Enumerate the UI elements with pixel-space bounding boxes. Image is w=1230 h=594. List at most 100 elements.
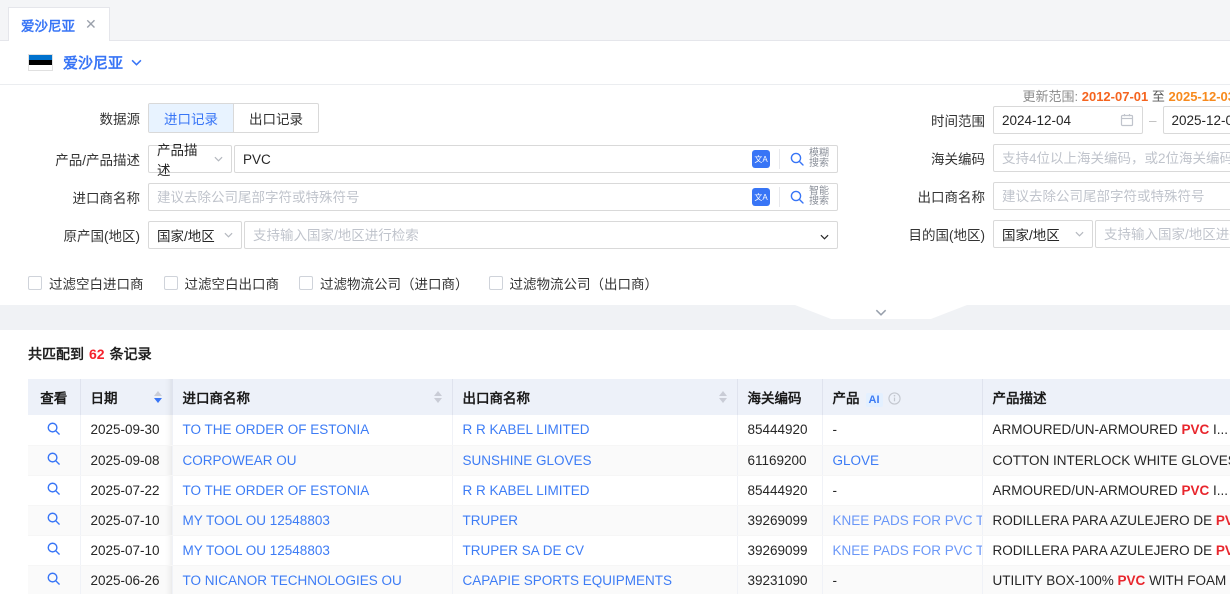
- importer-link[interactable]: TO NICANOR TECHNOLOGIES OU: [183, 573, 402, 588]
- chevron-down-icon: [820, 228, 829, 243]
- tab-estonia[interactable]: 爱沙尼亚 ✕: [8, 7, 110, 41]
- tab-bar: 爱沙尼亚 ✕: [0, 0, 1230, 41]
- origin-country-label: 原产国(地区): [0, 225, 140, 245]
- destination-country-select[interactable]: 国家/地区: [993, 220, 1093, 248]
- checkbox-icon[interactable]: [28, 276, 42, 290]
- estonia-flag-icon: [28, 54, 53, 71]
- update-range: 更新范围: 2012-07-01 至 2025-12-03: [905, 86, 1230, 102]
- col-date[interactable]: 日期: [80, 379, 172, 415]
- view-record-button[interactable]: [46, 571, 61, 586]
- keyword-highlight: PVC: [1182, 422, 1210, 437]
- exporter-link[interactable]: R R KABEL LIMITED: [463, 422, 590, 437]
- product-type-select[interactable]: 产品描述: [148, 145, 232, 173]
- product-link[interactable]: GLOVE: [833, 453, 880, 468]
- hs-code-cell: 39269099: [737, 535, 822, 565]
- importer-link[interactable]: TO THE ORDER OF ESTONIA: [183, 422, 370, 437]
- checkbox-icon[interactable]: [164, 276, 178, 290]
- col-exporter[interactable]: 出口商名称: [452, 379, 737, 415]
- importer-link[interactable]: MY TOOL OU 12548803: [183, 513, 330, 528]
- hs-code-cell: 39269099: [737, 505, 822, 535]
- view-record-button[interactable]: [46, 421, 61, 436]
- destination-country-input[interactable]: [1104, 227, 1230, 242]
- exporter-link[interactable]: TRUPER: [463, 513, 519, 528]
- destination-country-label: 目的国(地区): [905, 224, 985, 244]
- magnifier-icon: [789, 151, 805, 167]
- view-record-button[interactable]: [46, 541, 61, 556]
- table-header-row: 查看 日期 进口商名称 出口商名称 海关编码 产品AI 产品描述: [28, 379, 1230, 415]
- checkbox-icon[interactable]: [489, 276, 503, 290]
- table-row: 2025-07-10 MY TOOL OU 12548803 TRUPER SA…: [28, 535, 1230, 565]
- date-cell: 2025-07-22: [80, 475, 172, 505]
- product-input-box: 文A 模糊搜索: [234, 145, 838, 173]
- product-label: 产品/产品描述: [0, 149, 140, 169]
- desc-cell: COTTON INTERLOCK WHITE GLOVES...: [982, 445, 1230, 475]
- importer-link[interactable]: CORPOWEAR OU: [183, 453, 297, 468]
- product-link[interactable]: KNEE PADS FOR PVC T...: [833, 513, 983, 528]
- exporter-link[interactable]: CAPAPIE SPORTS EQUIPMENTS: [463, 573, 673, 588]
- exporter-search-input[interactable]: [1002, 189, 1230, 204]
- title-bar: 爱沙尼亚: [0, 41, 1230, 85]
- product-cell: -: [822, 475, 982, 505]
- desc-cell: ARMOURED/UN-ARMOURED PVC I...: [982, 475, 1230, 505]
- export-records-tab[interactable]: 出口记录: [233, 104, 318, 132]
- translate-icon[interactable]: 文A: [752, 150, 770, 168]
- sort-icon[interactable]: [154, 391, 162, 403]
- col-importer[interactable]: 进口商名称: [172, 379, 452, 415]
- origin-country-select[interactable]: 国家/地区: [148, 221, 242, 249]
- destination-country-input-box: [1095, 220, 1230, 248]
- hs-code-cell: 85444920: [737, 475, 822, 505]
- checkbox-icon[interactable]: [299, 276, 313, 290]
- form-right-column: 更新范围: 2012-07-01 至 2025-12-03 时间范围 – 海关编…: [905, 86, 1230, 258]
- chevron-down-icon: [875, 309, 887, 316]
- filter-logistics-exporter[interactable]: 过滤物流公司（出口商）: [489, 273, 659, 293]
- importer-search-input[interactable]: [157, 190, 752, 205]
- date-cell: 2025-06-26: [80, 565, 172, 594]
- view-record-button[interactable]: [46, 481, 61, 496]
- filter-logistics-importer[interactable]: 过滤物流公司（进口商）: [299, 273, 469, 293]
- chevron-down-icon[interactable]: [131, 59, 142, 66]
- product-search-input[interactable]: [243, 152, 752, 167]
- product-link[interactable]: KNEE PADS FOR PVC T...: [833, 543, 983, 558]
- exporter-link[interactable]: TRUPER SA DE CV: [463, 543, 585, 558]
- hs-code-input[interactable]: [1002, 151, 1230, 166]
- date-to-input[interactable]: [1172, 113, 1230, 128]
- translate-icon[interactable]: 文A: [752, 188, 770, 206]
- update-range-from: 2012-07-01: [1082, 89, 1149, 104]
- exporter-link[interactable]: R R KABEL LIMITED: [463, 483, 590, 498]
- filter-blank-importer[interactable]: 过滤空白进口商: [28, 273, 144, 293]
- date-cell: 2025-09-30: [80, 415, 172, 445]
- date-from-box: [993, 106, 1143, 134]
- origin-country-input[interactable]: [253, 228, 820, 243]
- origin-country-input-box: [244, 221, 838, 249]
- view-record-button[interactable]: [46, 511, 61, 526]
- info-icon[interactable]: [888, 392, 901, 405]
- view-record-button[interactable]: [46, 451, 61, 466]
- import-records-tab[interactable]: 进口记录: [149, 104, 233, 132]
- hs-code-label: 海关编码: [905, 148, 985, 168]
- col-desc: 产品描述: [982, 379, 1230, 415]
- product-cell: -: [822, 565, 982, 594]
- sort-icon[interactable]: [434, 391, 442, 403]
- magnifier-icon: [789, 189, 805, 205]
- col-product: 产品AI: [822, 379, 982, 415]
- table-row: 2025-07-10 MY TOOL OU 12548803 TRUPER 39…: [28, 505, 1230, 535]
- hs-code-cell: 39231090: [737, 565, 822, 594]
- tab-close-icon[interactable]: ✕: [85, 16, 97, 33]
- exporter-link[interactable]: SUNSHINE GLOVES: [463, 453, 592, 468]
- data-source-label: 数据源: [0, 108, 140, 128]
- date-cell: 2025-07-10: [80, 505, 172, 535]
- date-to-box: [1163, 106, 1230, 134]
- sort-icon[interactable]: [719, 391, 727, 403]
- desc-cell: RODILLERA PARA AZULEJERO DE PVC: [982, 505, 1230, 535]
- importer-link[interactable]: TO THE ORDER OF ESTONIA: [183, 483, 370, 498]
- smart-search-button[interactable]: 智能搜索: [779, 187, 829, 207]
- date-from-input[interactable]: [1002, 113, 1120, 128]
- results-table: 查看 日期 进口商名称 出口商名称 海关编码 产品AI 产品描述 2025-09…: [28, 379, 1230, 594]
- filter-blank-exporter[interactable]: 过滤空白出口商: [164, 273, 280, 293]
- fuzzy-search-button[interactable]: 模糊搜索: [779, 149, 829, 169]
- calendar-icon: [1120, 113, 1134, 127]
- results-table-wrapper: 查看 日期 进口商名称 出口商名称 海关编码 产品AI 产品描述 2025-09…: [28, 379, 1230, 594]
- collapse-form-toggle[interactable]: [795, 305, 967, 319]
- desc-cell: UTILITY BOX-100% PVC WITH FOAM: [982, 565, 1230, 594]
- importer-link[interactable]: MY TOOL OU 12548803: [183, 543, 330, 558]
